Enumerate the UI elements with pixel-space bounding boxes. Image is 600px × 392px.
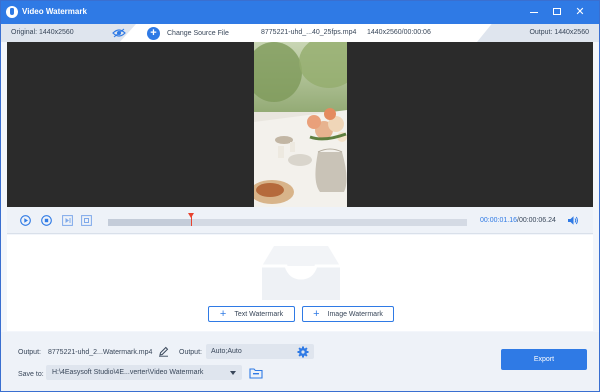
timeline-progress [108, 219, 191, 226]
video-watermark-window: Video Watermark ✕ Original: 1440x2560 + … [0, 0, 600, 392]
video-preview [7, 42, 593, 207]
gear-icon[interactable] [297, 346, 309, 358]
info-bar: Original: 1440x2560 + Change Source File… [1, 24, 599, 42]
output-format-value: Auto;Auto [211, 348, 242, 355]
chevron-down-icon [230, 371, 236, 375]
time-display: 00:00:01.16/00:00:06.24 [480, 217, 556, 224]
output-format-field[interactable]: Auto;Auto [206, 344, 314, 359]
output-file-label: Output: [18, 349, 41, 356]
next-frame-icon[interactable] [62, 215, 73, 226]
window-title: Video Watermark [22, 7, 87, 16]
video-frame [254, 42, 347, 207]
watermark-area: + Text Watermark + Image Watermark [7, 235, 593, 331]
video-frame-image [254, 42, 347, 207]
folder-icon[interactable] [249, 366, 263, 379]
export-button[interactable]: Export [501, 349, 587, 370]
plus-icon: + [219, 308, 227, 320]
maximize-button[interactable] [549, 4, 565, 20]
change-source-label: Change Source File [167, 29, 229, 37]
save-to-label: Save to: [18, 371, 44, 378]
volume-icon[interactable] [567, 215, 579, 226]
playback-controls: 00:00:01.16/00:00:06.24 [7, 207, 593, 234]
add-circle-icon: + [147, 26, 160, 40]
play-icon[interactable] [20, 215, 31, 226]
timeline-slider[interactable] [108, 213, 467, 226]
source-file-name: 8775221-uhd_...40_25fps.mp4 [261, 29, 357, 36]
text-watermark-label: Text Watermark [234, 310, 284, 318]
save-path-value: H:\4Easysoft Studio\4E...verter\Video Wa… [52, 369, 204, 376]
tray-icon [262, 246, 340, 300]
plus-icon: + [313, 308, 320, 320]
playhead-handle[interactable] [187, 213, 194, 226]
output-file-name: 8775221-uhd_2...Watermark.mp4 [48, 349, 153, 356]
title-bar: Video Watermark ✕ [1, 1, 599, 24]
close-button[interactable]: ✕ [572, 4, 588, 20]
add-text-watermark-button[interactable]: + Text Watermark [208, 306, 295, 322]
minimize-button[interactable] [526, 4, 542, 20]
output-resolution: Output: 1440x2560 [529, 29, 589, 36]
save-path-dropdown[interactable]: H:\4Easysoft Studio\4E...verter\Video Wa… [46, 365, 242, 380]
maximize-icon [553, 8, 561, 15]
source-file-meta: 1440x2560/00:00:06 [367, 29, 431, 36]
eye-icon[interactable] [112, 28, 126, 38]
change-source-button[interactable]: + Change Source File [147, 26, 229, 40]
app-logo-icon [6, 6, 18, 18]
total-time: 00:00:06.24 [518, 217, 556, 224]
image-watermark-label: Image Watermark [327, 310, 383, 318]
snapshot-icon[interactable] [81, 215, 92, 226]
minimize-icon [530, 12, 538, 13]
original-resolution: Original: 1440x2560 [11, 29, 74, 36]
output-format-label: Output: [179, 349, 202, 356]
bottom-settings: Output: 8775221-uhd_2...Watermark.mp4 Ou… [1, 332, 599, 391]
edit-icon[interactable] [158, 346, 169, 357]
current-time: 00:00:01.16 [480, 217, 517, 224]
stop-icon[interactable] [41, 215, 52, 226]
output-tab: Output: 1440x2560 [477, 24, 599, 42]
add-image-watermark-button[interactable]: + Image Watermark [302, 306, 394, 322]
